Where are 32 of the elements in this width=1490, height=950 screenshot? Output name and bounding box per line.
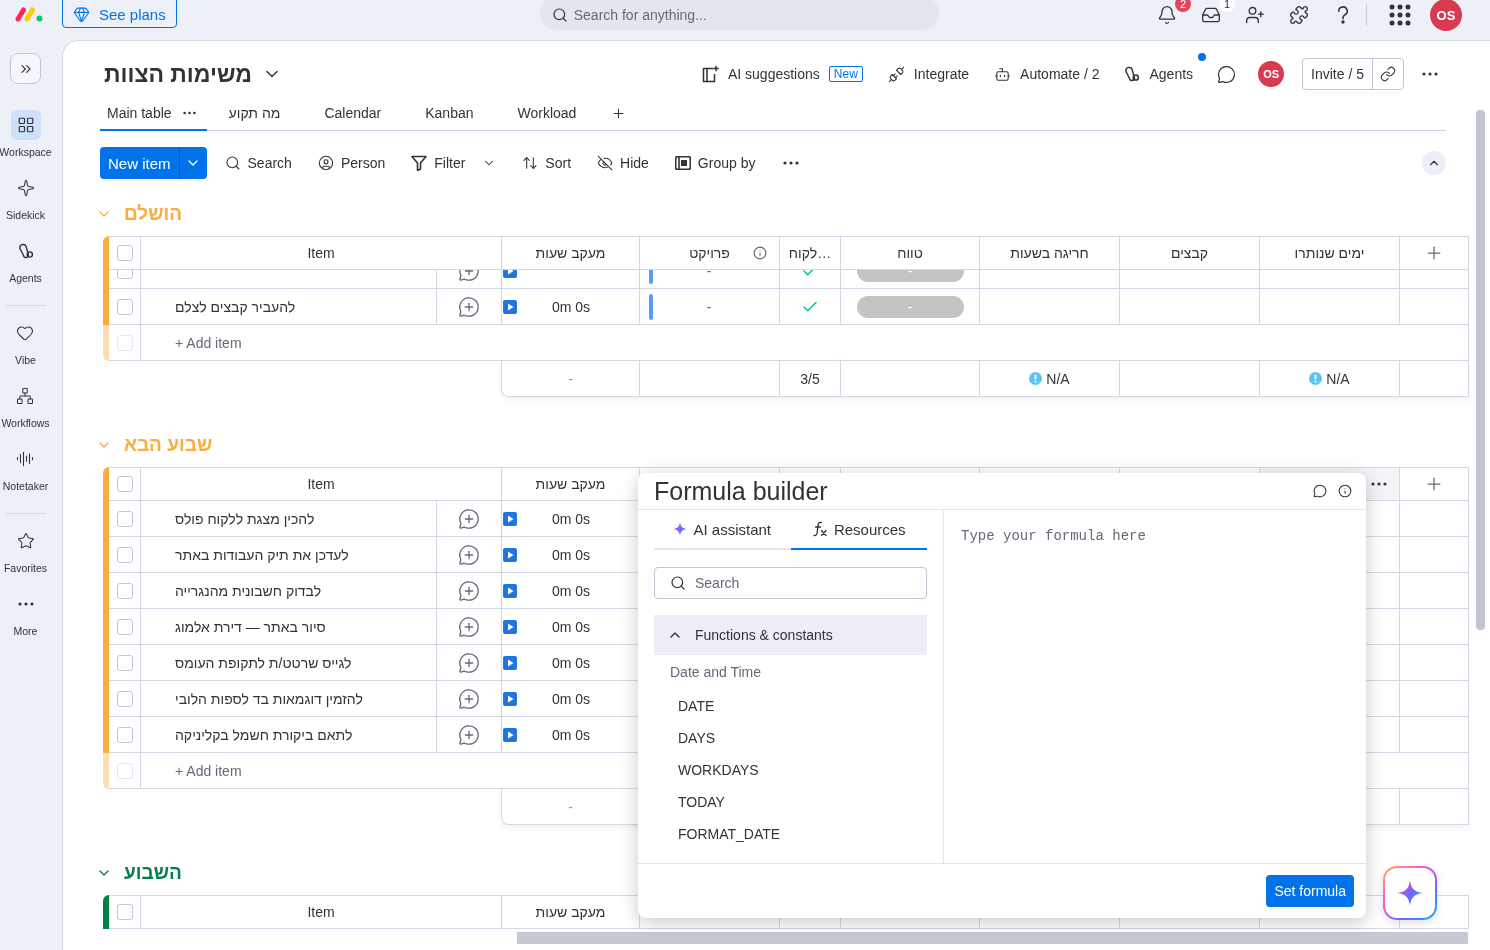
time-value: 0m 0s [550,726,592,743]
dialog-title: Formula builder [654,476,828,506]
project-value: - [705,298,713,315]
summary-value: N/A [1326,370,1350,387]
category-label: Date and Time [669,664,763,680]
project-value: - [705,270,713,279]
time-value: 0m 0s [550,510,592,527]
summary-value: - [568,798,573,815]
column-header: מעקב שעות [535,245,606,261]
column-header: Item [307,476,335,492]
column-header: לקוח… [788,245,832,261]
column-header: חריגה בשעות [1010,245,1089,261]
new-badge: New [828,66,863,82]
notification-badge: 2 [1175,0,1191,12]
time-value: 0m 0s [550,582,592,599]
time-value: 0m 0s [550,654,592,671]
column-header: מעקב שעות [535,904,606,920]
summary-value: N/A [1046,370,1070,387]
column-header: Item [307,245,335,261]
summary-value: 3/5 [800,370,820,387]
summary-value: - [568,370,573,387]
time-value: 0m 0s [550,618,592,635]
column-header: Item [307,904,335,920]
time-value: 0m 0s [550,298,592,315]
column-header: מעקב שעות [535,476,606,492]
inbox-badge: 1 [1219,0,1235,12]
time-value: 0m 0s [550,546,592,563]
time-value: 0m 0s [550,690,592,707]
column-header: פרויקט [689,245,730,261]
column-header: קבצים [1170,245,1209,261]
column-header: טווח [897,245,923,261]
column-header: ימים שנותרו [1294,245,1365,261]
